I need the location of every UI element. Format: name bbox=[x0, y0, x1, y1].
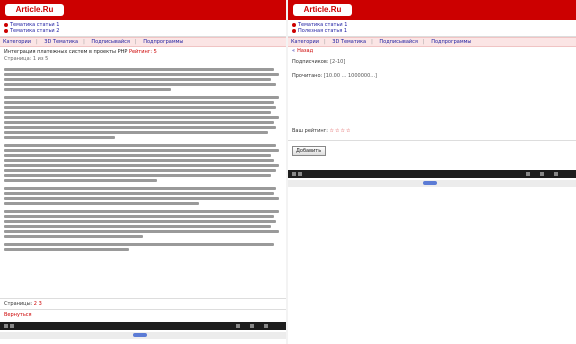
header-bar: Article.Ru bbox=[0, 0, 286, 20]
media-player-bar bbox=[288, 170, 576, 178]
play-icon[interactable] bbox=[292, 172, 296, 176]
category-link[interactable]: Категории bbox=[291, 39, 319, 45]
play-icon[interactable] bbox=[4, 324, 8, 328]
settings-icon[interactable] bbox=[250, 324, 254, 328]
bullet-icon bbox=[4, 28, 8, 33]
separator: | bbox=[83, 39, 85, 45]
category-link[interactable]: Подписывайся bbox=[91, 39, 130, 45]
page-links[interactable]: 2 3 bbox=[34, 301, 42, 307]
stop-icon[interactable] bbox=[10, 324, 14, 328]
category-link[interactable]: Категории bbox=[3, 39, 31, 45]
scroll-handle[interactable] bbox=[423, 181, 437, 185]
fullscreen-icon[interactable] bbox=[264, 324, 268, 328]
volume-icon[interactable] bbox=[236, 324, 240, 328]
settings-icon[interactable] bbox=[540, 172, 544, 176]
rating-stars[interactable]: ☆☆☆☆ bbox=[330, 128, 352, 134]
rating-row: Ваш рейтинг: ☆☆☆☆ bbox=[292, 128, 352, 134]
pagination: Страницы: 2 3 bbox=[4, 301, 42, 307]
paragraph bbox=[4, 96, 282, 139]
category-link[interactable]: Подпрограммы bbox=[431, 39, 471, 45]
right-pane: Article.Ru Тематика статьи 1 Полезная ст… bbox=[288, 0, 576, 344]
field-subscribers: Подписчиков: [2-10] bbox=[292, 59, 346, 65]
volume-icon[interactable] bbox=[526, 172, 530, 176]
article-rating: Рейтинг: 5 bbox=[128, 49, 157, 55]
paragraph bbox=[4, 144, 282, 182]
bullet-icon bbox=[292, 22, 296, 27]
site-logo[interactable]: Article.Ru bbox=[293, 4, 352, 16]
category-link[interactable]: Подписывайся bbox=[379, 39, 418, 45]
rate-button[interactable]: Добавить bbox=[292, 146, 326, 156]
paragraph bbox=[4, 68, 282, 91]
site-logo[interactable]: Article.Ru bbox=[5, 4, 64, 16]
separator: | bbox=[134, 39, 137, 45]
back-arrow-icon: « bbox=[292, 48, 296, 54]
paragraph bbox=[4, 243, 282, 251]
separator: | bbox=[422, 39, 425, 45]
header-bar: Article.Ru bbox=[288, 0, 576, 20]
article-title-line: Интеграция платежных систем в проекты PH… bbox=[4, 49, 282, 56]
left-pane: Article.Ru Тематика статьи 1 Тематика ст… bbox=[0, 0, 286, 344]
category-link[interactable]: ЗD Тематика bbox=[332, 39, 366, 45]
bullet-icon bbox=[292, 28, 296, 33]
category-bar: Категории | ЗD Тематика | Подписывайся | По… bbox=[288, 37, 576, 47]
media-player-bar bbox=[0, 322, 286, 330]
category-link[interactable]: Подпрограммы bbox=[143, 39, 183, 45]
back-link[interactable]: Вернуться bbox=[4, 312, 32, 318]
nav-links: Тематика статьи 1 Тематика статьи 2 bbox=[0, 20, 286, 37]
separator: | bbox=[35, 39, 38, 45]
paragraph bbox=[4, 210, 282, 238]
footer-bar bbox=[0, 332, 286, 339]
divider bbox=[0, 309, 286, 310]
scroll-handle[interactable] bbox=[133, 333, 147, 337]
back-row[interactable]: «Назад bbox=[288, 47, 576, 56]
stop-icon[interactable] bbox=[298, 172, 302, 176]
nav-links: Тематика статьи 1 Полезная статья 1 bbox=[288, 20, 576, 37]
category-bar: Категории | ЗD Тематика | Подписывайся | По… bbox=[0, 37, 286, 47]
article-title: Интеграция платежных систем в проекты PH… bbox=[4, 49, 128, 55]
nav-link[interactable]: Тематика статьи 2 bbox=[4, 28, 282, 34]
bullet-icon bbox=[4, 22, 8, 27]
divider bbox=[288, 140, 576, 141]
field-read: Прочитано: [10.00 ... 1000000...] bbox=[292, 73, 377, 79]
paragraph bbox=[4, 187, 282, 205]
separator: | bbox=[323, 39, 326, 45]
category-link[interactable]: ЗD Тематика bbox=[44, 39, 78, 45]
nav-link[interactable]: Полезная статья 1 bbox=[292, 28, 572, 34]
divider bbox=[0, 298, 286, 299]
page-indicator: Страница: 1 из 5 bbox=[4, 56, 49, 62]
separator: | bbox=[371, 39, 373, 45]
article-content: Интеграция платежных систем в проекты PH… bbox=[0, 47, 286, 255]
fullscreen-icon[interactable] bbox=[554, 172, 558, 176]
footer-bar bbox=[288, 180, 576, 187]
